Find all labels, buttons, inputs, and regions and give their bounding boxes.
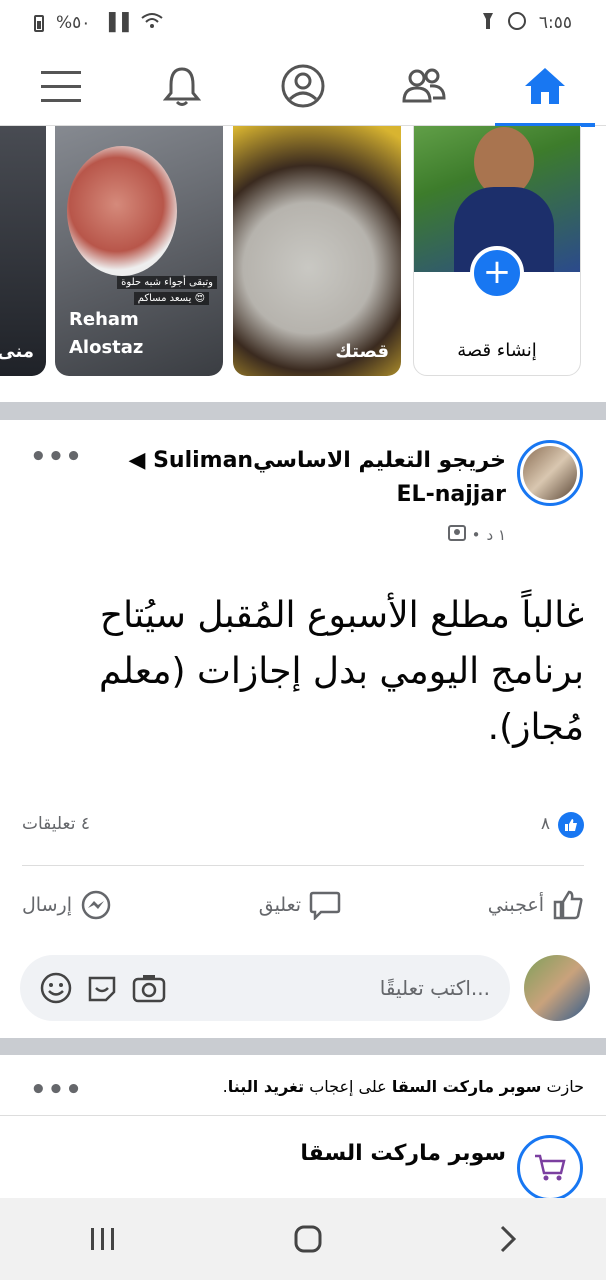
story-card[interactable]: وتبقى أجواء شبه حلوة يسعد مساكم 😍 Reham … <box>55 126 223 376</box>
send-button[interactable]: إرسال <box>22 889 112 921</box>
profile-icon <box>281 64 325 107</box>
top-nav <box>0 46 606 127</box>
comment-tools <box>40 972 166 1004</box>
create-story-card[interactable]: + إنشاء قصة <box>413 126 581 376</box>
audience-icon <box>447 525 466 545</box>
comment-label: تعليق <box>258 894 302 916</box>
messenger-icon <box>81 890 111 920</box>
story-label: منى <box>0 341 34 362</box>
battery-icon <box>34 14 44 32</box>
post-text: غالباً مطلع الأسبوع المُقبل سيُتاح برنام… <box>98 595 584 748</box>
notice-mid: على إعجاب <box>309 1077 387 1096</box>
post-2-notice: حازت سوبر ماركت السقا على إعجاب تغريد ال… <box>223 1077 584 1096</box>
dot-separator: • <box>471 526 481 544</box>
flashlight-icon <box>481 11 495 36</box>
notice-page[interactable]: سوبر ماركت السقا <box>392 1077 542 1096</box>
battery-level: %٥٠ <box>56 13 91 33</box>
home-button-icon[interactable] <box>293 1224 323 1254</box>
friends-icon <box>402 68 446 102</box>
author-name-2[interactable]: EL-najjar <box>86 478 506 512</box>
story-card[interactable]: قصتك <box>233 126 401 376</box>
status-right: ٦:٥٥ <box>481 11 572 36</box>
bell-icon <box>162 66 201 106</box>
page-name[interactable]: سوبر ماركت السقا <box>300 1141 506 1166</box>
sticker-icon[interactable] <box>86 972 118 1004</box>
more-options-icon[interactable]: ••• <box>30 442 83 472</box>
like-count[interactable]: ٨ <box>541 814 550 834</box>
like-reaction-icon[interactable] <box>558 812 584 838</box>
notice-user[interactable]: تغريد البنا <box>228 1077 304 1096</box>
send-label: إرسال <box>22 894 72 916</box>
user-avatar[interactable] <box>524 955 590 1021</box>
story-card[interactable]: منى <box>0 126 46 376</box>
stories-tray: منى وتبقى أجواء شبه حلوة يسعد مساكم 😍 Re… <box>0 126 606 402</box>
comment-bar: اكتب تعليقًا... <box>20 955 590 1021</box>
nav-friends[interactable] <box>364 46 484 126</box>
status-left: %٥٠ ▐▐ <box>34 12 163 35</box>
whatsapp-icon <box>507 11 527 36</box>
home-icon <box>525 67 566 104</box>
recent-apps-icon[interactable] <box>88 1226 118 1252</box>
comment-icon <box>309 891 341 920</box>
post-author-line: خريجو التعليم الاساسيSuliman ◀ <box>86 444 506 478</box>
section-divider <box>0 1038 606 1055</box>
status-bar: %٥٠ ▐▐ ٦:٥٥ <box>0 0 606 46</box>
page-avatar[interactable] <box>517 1135 583 1201</box>
add-story-button[interactable]: + <box>470 246 524 300</box>
divider <box>22 865 584 866</box>
author-name[interactable]: Suliman <box>153 448 253 473</box>
signal-icon: ▐▐ <box>102 13 129 33</box>
post-header: خريجو التعليم الاساسيSuliman ◀ EL-najjar <box>86 444 506 512</box>
camera-icon[interactable] <box>132 972 166 1004</box>
post-time: ١ د <box>486 526 506 544</box>
story-label: قصتك <box>335 341 389 362</box>
story-label: Reham Alostaz <box>69 309 144 358</box>
create-story-label: إنشاء قصة <box>457 340 537 361</box>
thumbs-up-icon <box>553 890 583 920</box>
more-options-icon[interactable]: ••• <box>30 1075 83 1105</box>
divider <box>0 1115 606 1116</box>
notice-prefix: حازت <box>546 1077 584 1096</box>
post-author-avatar[interactable] <box>517 440 583 506</box>
caret-icon: ◀ <box>128 448 146 473</box>
nav-home[interactable] <box>485 46 605 127</box>
wifi-icon <box>140 12 163 35</box>
like-button[interactable]: أعجبني <box>488 889 584 921</box>
back-icon[interactable] <box>498 1224 518 1254</box>
comment-placeholder: اكتب تعليقًا... <box>379 976 490 1000</box>
story-image <box>67 146 177 276</box>
cart-icon <box>535 1154 566 1181</box>
emoji-icon[interactable] <box>40 972 72 1004</box>
nav-profile[interactable] <box>243 46 363 126</box>
section-divider <box>0 402 606 420</box>
reactions-row: ٨ ٤ تعليقات <box>0 812 606 842</box>
group-name[interactable]: خريجو التعليم الاساسي <box>253 448 506 473</box>
comment-input[interactable]: اكتب تعليقًا... <box>20 955 510 1021</box>
post-meta: • ١ د <box>447 525 506 545</box>
story-caption: وتبقى أجواء شبه حلوة <box>117 276 217 289</box>
clock-time: ٦:٥٥ <box>538 13 572 33</box>
story-caption: يسعد مساكم 😍 <box>133 292 209 305</box>
like-label: أعجبني <box>487 894 544 916</box>
menu-icon <box>40 70 81 102</box>
nav-notifications[interactable] <box>122 46 242 126</box>
nav-menu[interactable] <box>1 46 121 126</box>
plus-icon: + <box>482 252 512 292</box>
comment-button[interactable]: تعليق <box>259 890 341 920</box>
post-actions: إرسال تعليق أعجبني <box>0 870 606 940</box>
android-nav-bar <box>0 1198 606 1280</box>
comment-count[interactable]: ٤ تعليقات <box>22 814 90 834</box>
